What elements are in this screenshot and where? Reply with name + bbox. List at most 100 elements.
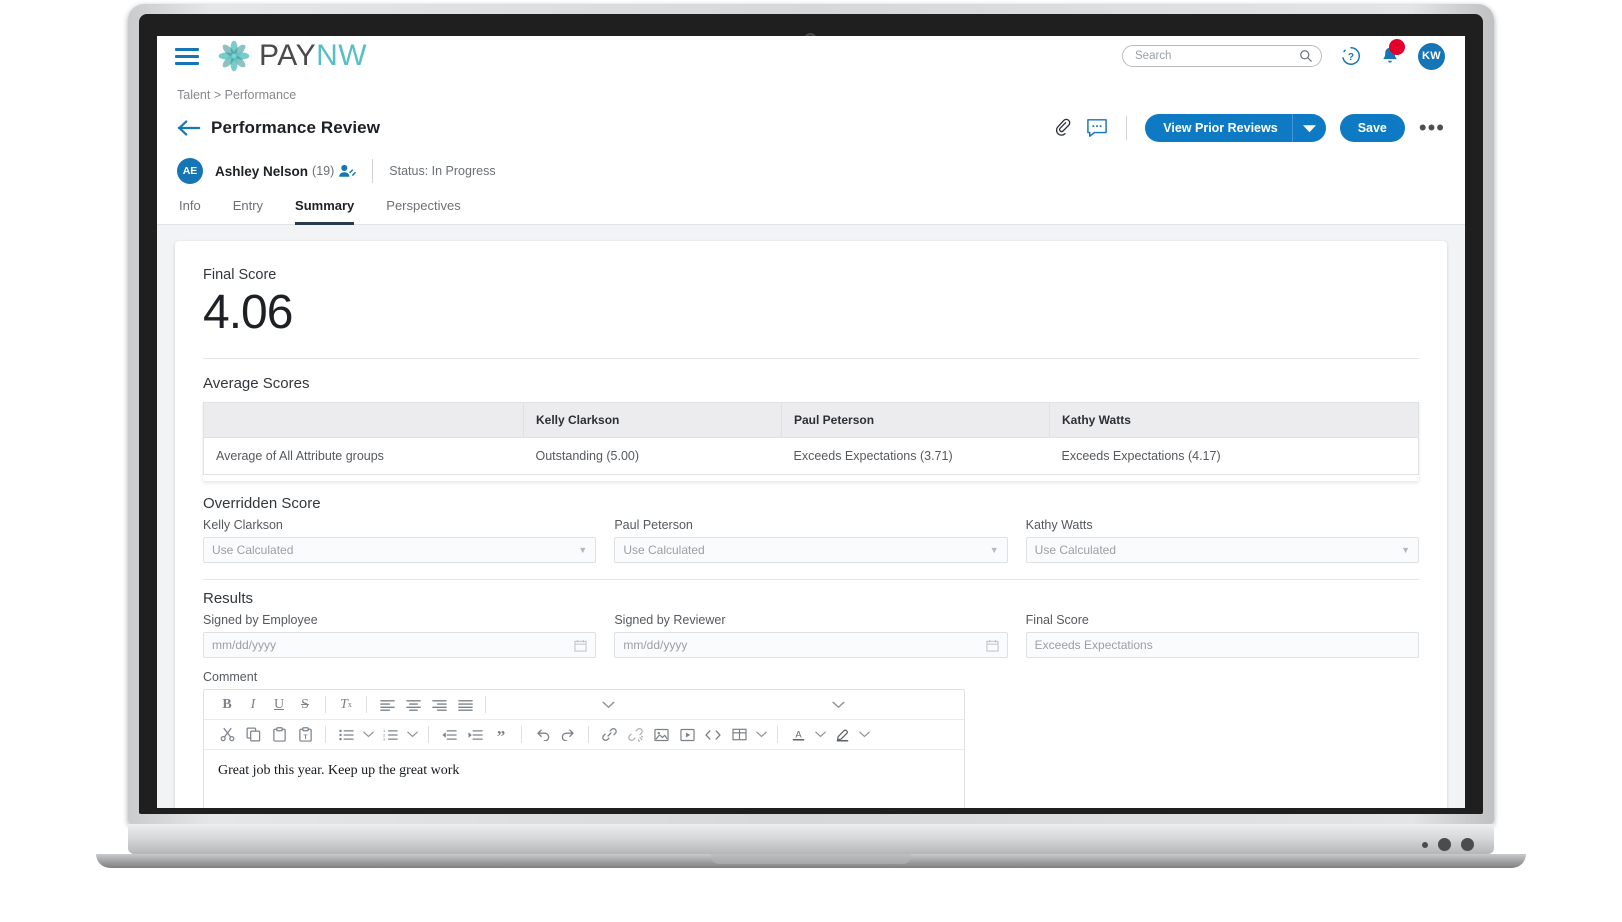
- search-input[interactable]: [1135, 50, 1299, 62]
- back-arrow-icon[interactable]: [177, 119, 201, 137]
- divider: [588, 726, 589, 743]
- underline-icon[interactable]: U: [266, 692, 292, 718]
- divider: [325, 726, 326, 743]
- tab-summary[interactable]: Summary: [295, 198, 354, 225]
- table-dropdown[interactable]: [752, 731, 770, 738]
- override-value-kelly: Use Calculated: [212, 543, 293, 557]
- redo-icon[interactable]: [555, 722, 581, 748]
- cut-icon[interactable]: [214, 722, 240, 748]
- link-icon[interactable]: [596, 722, 622, 748]
- tab-info[interactable]: Info: [179, 198, 201, 225]
- text-color-icon[interactable]: A: [785, 722, 811, 748]
- source-code-icon[interactable]: [700, 722, 726, 748]
- font-family-dropdown[interactable]: [493, 692, 724, 718]
- employee-name: Ashley Nelson: [215, 164, 308, 179]
- calendar-icon[interactable]: [986, 639, 999, 652]
- align-justify-icon[interactable]: [452, 692, 478, 718]
- image-icon[interactable]: [648, 722, 674, 748]
- text-color-dropdown[interactable]: [811, 731, 829, 738]
- table-icon[interactable]: [726, 722, 752, 748]
- logo-pay: PAY: [259, 39, 316, 72]
- search-icon[interactable]: [1299, 49, 1313, 63]
- font-size-dropdown[interactable]: [724, 692, 955, 718]
- outdent-icon[interactable]: [436, 722, 462, 748]
- blockquote-icon[interactable]: ”: [488, 722, 514, 748]
- laptop-frame: PAYNW ?: [0, 0, 1622, 922]
- more-options-button[interactable]: •••: [1419, 121, 1445, 134]
- comment-textarea[interactable]: Great job this year. Keep up the great w…: [204, 750, 964, 808]
- tab-entry[interactable]: Entry: [233, 198, 263, 225]
- undo-icon[interactable]: [529, 722, 555, 748]
- save-button[interactable]: Save: [1340, 114, 1405, 142]
- highlight-color-dropdown[interactable]: [855, 731, 873, 738]
- notifications-button[interactable]: [1380, 45, 1400, 67]
- cell-kathy-score: Exceeds Expectations (4.17): [1050, 438, 1419, 475]
- user-avatar[interactable]: KW: [1418, 43, 1445, 70]
- numbered-list-dropdown[interactable]: [403, 731, 421, 738]
- divider: [1126, 116, 1127, 140]
- paperclip-icon[interactable]: [1054, 118, 1072, 138]
- highlight-color-icon[interactable]: [829, 722, 855, 748]
- remove-format-icon[interactable]: Tx: [333, 692, 359, 718]
- align-right-icon[interactable]: [426, 692, 452, 718]
- align-left-icon[interactable]: [374, 692, 400, 718]
- comment-editor: Comment B I U S Tx: [203, 670, 965, 808]
- comment-icon[interactable]: [1086, 118, 1108, 138]
- chevron-down-icon: [1303, 124, 1316, 133]
- bold-icon[interactable]: B: [214, 692, 240, 718]
- bullet-list-icon[interactable]: [333, 722, 359, 748]
- chevron-down-icon: ▼: [1401, 545, 1410, 555]
- strikethrough-icon[interactable]: S: [292, 692, 318, 718]
- override-select-kelly[interactable]: Use Calculated ▼: [203, 537, 596, 563]
- override-label-paul: Paul Peterson: [614, 518, 1007, 532]
- attach-button[interactable]: [1054, 118, 1072, 138]
- app-screen: PAYNW ?: [157, 36, 1465, 808]
- media-icon[interactable]: [674, 722, 700, 748]
- italic-icon[interactable]: I: [240, 692, 266, 718]
- results-heading: Results: [203, 590, 1419, 607]
- topbar-actions: ? KW: [1122, 43, 1465, 70]
- app-logo[interactable]: PAYNW: [217, 39, 367, 73]
- hamburger-icon[interactable]: [175, 44, 199, 69]
- search-box[interactable]: [1122, 45, 1322, 67]
- calendar-icon[interactable]: [574, 639, 587, 652]
- copy-icon[interactable]: [240, 722, 266, 748]
- override-field-kelly: Kelly Clarkson Use Calculated ▼: [203, 518, 596, 563]
- notification-badge: [1389, 39, 1405, 55]
- chevron-down-icon: [815, 731, 826, 738]
- override-select-kathy[interactable]: Use Calculated ▼: [1026, 537, 1419, 563]
- signed-by-employee-input[interactable]: mm/dd/yyyy: [203, 632, 596, 658]
- chevron-down-icon: [756, 731, 767, 738]
- override-label-kathy: Kathy Watts: [1026, 518, 1419, 532]
- view-prior-reviews-caret[interactable]: [1292, 114, 1326, 142]
- unlink-icon[interactable]: [622, 722, 648, 748]
- signed-by-reviewer-field: Signed by Reviewer mm/dd/yyyy: [614, 613, 1007, 658]
- person-link-icon[interactable]: [338, 163, 356, 179]
- overridden-score-fields: Kelly Clarkson Use Calculated ▼ Paul Pet…: [203, 518, 1419, 569]
- chevron-down-icon: ▼: [578, 545, 587, 555]
- override-value-paul: Use Calculated: [623, 543, 704, 557]
- signed-by-reviewer-input[interactable]: mm/dd/yyyy: [614, 632, 1007, 658]
- paste-text-icon[interactable]: T: [292, 722, 318, 748]
- indent-icon[interactable]: [462, 722, 488, 748]
- employee-avatar[interactable]: AE: [177, 158, 203, 184]
- numbered-list-icon[interactable]: 123: [377, 722, 403, 748]
- divider: [485, 696, 486, 713]
- tab-perspectives[interactable]: Perspectives: [386, 198, 460, 225]
- help-icon[interactable]: ?: [1340, 45, 1362, 67]
- results-final-score-input[interactable]: Exceeds Expectations: [1026, 632, 1419, 658]
- paste-icon[interactable]: [266, 722, 292, 748]
- help-button[interactable]: ?: [1340, 45, 1362, 67]
- breadcrumb[interactable]: Talent > Performance: [157, 76, 1465, 102]
- override-select-paul[interactable]: Use Calculated ▼: [614, 537, 1007, 563]
- employee-id: (19): [312, 164, 334, 178]
- laptop-base: [128, 824, 1494, 854]
- view-prior-reviews-button[interactable]: View Prior Reviews: [1145, 114, 1291, 142]
- results-final-score-label: Final Score: [1026, 613, 1419, 627]
- bullet-list-dropdown[interactable]: [359, 731, 377, 738]
- align-center-icon[interactable]: [400, 692, 426, 718]
- signed-by-employee-placeholder: mm/dd/yyyy: [212, 638, 276, 652]
- svg-text:T: T: [303, 734, 307, 741]
- view-prior-reviews-split-button: View Prior Reviews: [1145, 114, 1325, 142]
- comment-button[interactable]: [1086, 118, 1108, 138]
